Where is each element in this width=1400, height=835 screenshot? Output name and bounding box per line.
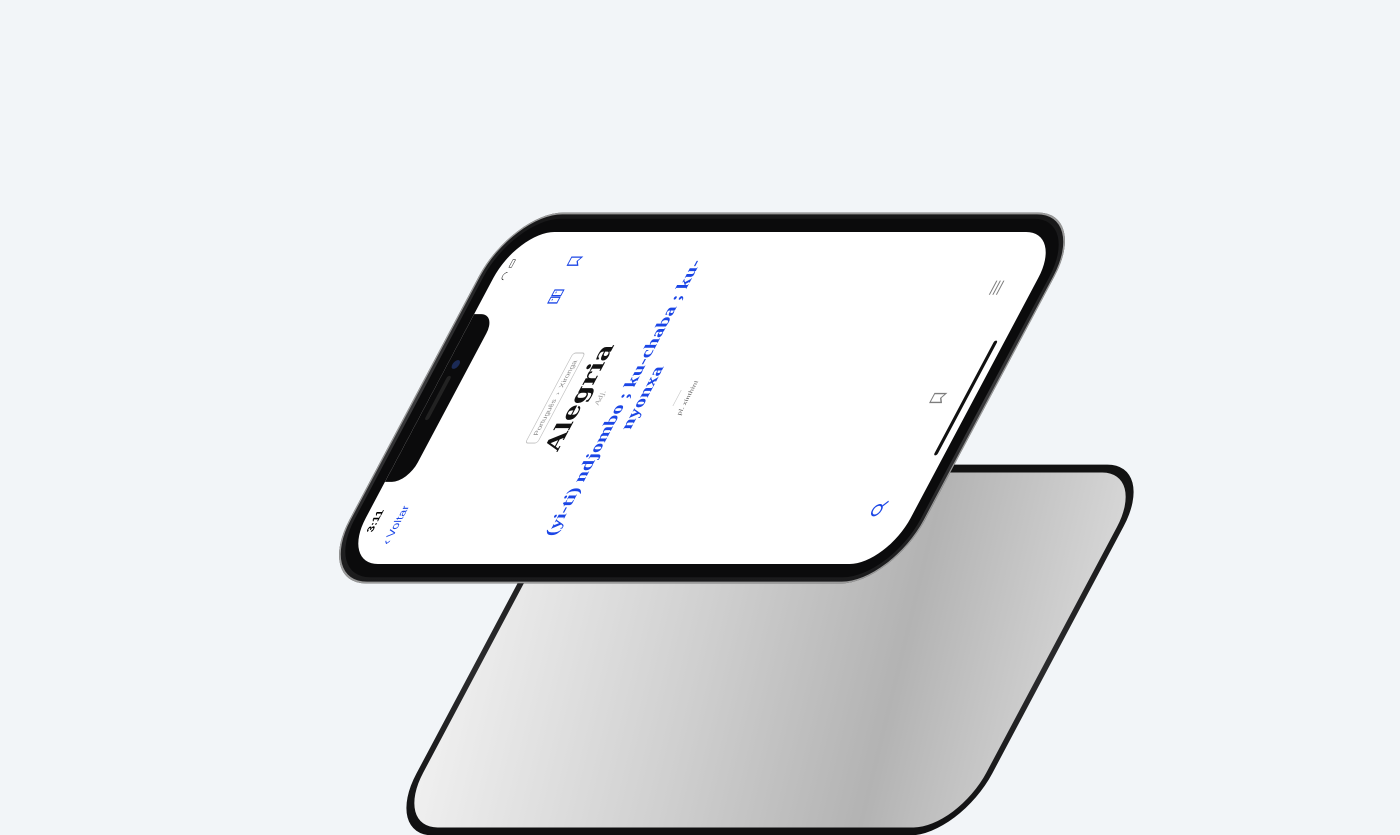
wifi-icon: ◠: [497, 271, 513, 281]
nav-actions: [543, 251, 588, 306]
front-camera-icon: [449, 360, 462, 369]
bookmark-icon[interactable]: [924, 387, 952, 408]
bookmark-icon[interactable]: [562, 251, 588, 270]
chevron-left-icon: ‹: [379, 539, 395, 545]
word-class: Adj.: [592, 390, 609, 406]
battery-icon: ▭: [504, 258, 520, 269]
search-icon[interactable]: [865, 498, 893, 519]
notch: [384, 314, 497, 482]
dictionary-book-icon[interactable]: [543, 287, 569, 306]
direction-arrow-icon: ›: [553, 392, 562, 395]
apple-logo-icon: [716, 619, 791, 681]
back-button-label: Voltar: [383, 505, 412, 538]
status-time: 3:11: [363, 509, 387, 533]
menu-icon[interactable]: [983, 277, 1011, 298]
device-mockup-scene: 3:11 ◠ ▭ ‹Voltar Português›Xironga Alegr…: [0, 0, 1400, 835]
